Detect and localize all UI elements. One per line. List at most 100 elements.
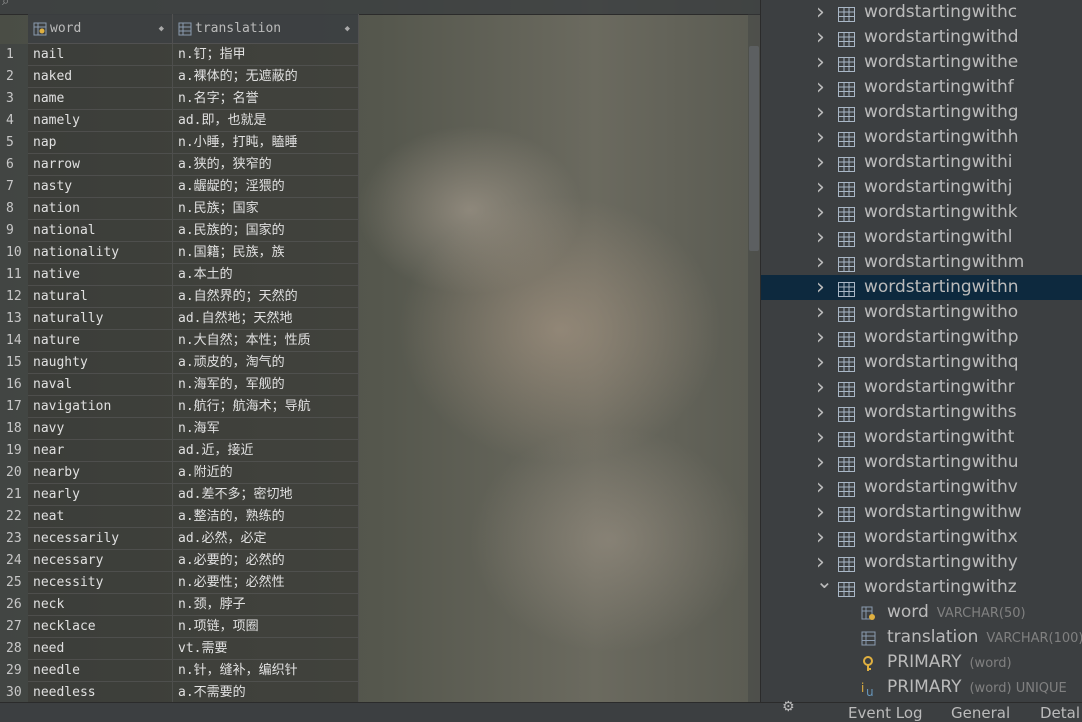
column-header-word[interactable]: word ◆ [28,14,173,44]
tab-general[interactable]: General [951,704,1010,722]
cell-translation[interactable]: n.小睡，打盹，瞌睡 [173,132,359,154]
row-number[interactable]: 11 [0,264,28,286]
row-number[interactable]: 19 [0,440,28,462]
column-header-translation[interactable]: translation ◆ [173,14,359,44]
chevron-right-icon[interactable]: › [816,400,825,425]
table-row[interactable]: 1 nail n.钉；指甲 [0,44,360,66]
cell-translation[interactable]: a.裸体的；无遮蔽的 [173,66,359,88]
cell-translation[interactable]: ad.自然地；天然地 [173,308,359,330]
table-row[interactable]: 19 near ad.近，接近 [0,440,360,462]
tree-node-table[interactable]: › wordstartingwithg [761,100,1082,125]
row-number[interactable]: 10 [0,242,28,264]
table-row[interactable]: 23 necessarily ad.必然，必定 [0,528,360,550]
cell-word[interactable]: namely [28,110,173,132]
row-number[interactable]: 22 [0,506,28,528]
sort-icon[interactable]: ◆ [345,14,350,44]
table-row[interactable]: 2 naked a.裸体的；无遮蔽的 [0,66,360,88]
table-row[interactable]: 26 neck n.颈，脖子 [0,594,360,616]
cell-translation[interactable]: n.钉；指甲 [173,44,359,66]
cell-word[interactable]: necessity [28,572,173,594]
table-row[interactable]: 7 nasty a.龌龊的；淫猥的 [0,176,360,198]
cell-word[interactable]: needle [28,660,173,682]
cell-word[interactable]: navy [28,418,173,440]
row-number[interactable]: 26 [0,594,28,616]
cell-translation[interactable]: n.航行；航海术；导航 [173,396,359,418]
chevron-down-icon[interactable]: ⌄ [816,569,833,594]
vertical-scrollbar[interactable] [748,14,760,702]
tree-node-table[interactable]: › wordstartingwithf [761,75,1082,100]
row-number[interactable]: 8 [0,198,28,220]
cell-word[interactable]: neck [28,594,173,616]
row-number[interactable]: 28 [0,638,28,660]
table-row[interactable]: 8 nation n.民族；国家 [0,198,360,220]
chevron-right-icon[interactable]: › [816,500,825,525]
tree-node-column[interactable]: translation VARCHAR(100) [761,625,1082,650]
row-number[interactable]: 20 [0,462,28,484]
chevron-right-icon[interactable]: › [816,525,825,550]
chevron-right-icon[interactable]: › [816,425,825,450]
cell-word[interactable]: necessary [28,550,173,572]
row-number[interactable]: 2 [0,66,28,88]
tree-node-table[interactable]: › wordstartingwithk [761,200,1082,225]
tree-node-table[interactable]: › wordstartingwithp [761,325,1082,350]
cell-translation[interactable]: a.必要的；必然的 [173,550,359,572]
row-number[interactable]: 16 [0,374,28,396]
tree-node-table[interactable]: › wordstartingwithe [761,50,1082,75]
row-number[interactable]: 25 [0,572,28,594]
cell-translation[interactable]: n.针，缝补，编织针 [173,660,359,682]
cell-translation[interactable]: a.狭的，狭窄的 [173,154,359,176]
cell-translation[interactable]: a.附近的 [173,462,359,484]
chevron-right-icon[interactable]: › [816,125,825,150]
table-row[interactable]: 17 navigation n.航行；航海术；导航 [0,396,360,418]
chevron-right-icon[interactable]: › [816,150,825,175]
cell-translation[interactable]: n.海军 [173,418,359,440]
cell-word[interactable]: naval [28,374,173,396]
cell-word[interactable]: nasty [28,176,173,198]
table-row[interactable]: 18 navy n.海军 [0,418,360,440]
cell-word[interactable]: native [28,264,173,286]
cell-word[interactable]: nap [28,132,173,154]
table-row[interactable]: 3 name n.名字；名誉 [0,88,360,110]
tree-node-table[interactable]: › wordstartingwithn [761,275,1082,300]
cell-translation[interactable]: ad.近，接近 [173,440,359,462]
cell-word[interactable]: nail [28,44,173,66]
tree-node-column[interactable]: i u PRIMARY (word) UNIQUE [761,675,1082,700]
cell-translation[interactable]: n.颈，脖子 [173,594,359,616]
cell-translation[interactable]: a.不需要的 [173,682,359,704]
tree-node-table[interactable]: › wordstartingwithr [761,375,1082,400]
table-row[interactable]: 20 nearby a.附近的 [0,462,360,484]
row-number[interactable]: 3 [0,88,28,110]
cell-word[interactable]: naturally [28,308,173,330]
tree-node-table[interactable]: › wordstartingwithi [761,150,1082,175]
table-row[interactable]: 14 nature n.大自然；本性；性质 [0,330,360,352]
row-number[interactable]: 13 [0,308,28,330]
cell-word[interactable]: naked [28,66,173,88]
table-row[interactable]: 30 needless a.不需要的 [0,682,360,704]
gear-icon[interactable]: ⚙ [782,699,795,715]
tree-node-table[interactable]: › wordstartingwitho [761,300,1082,325]
tree-node-table[interactable]: › wordstartingwiths [761,400,1082,425]
row-number[interactable]: 14 [0,330,28,352]
cell-word[interactable]: nearly [28,484,173,506]
tree-node-table[interactable]: › wordstartingwithm [761,250,1082,275]
chevron-right-icon[interactable]: › [816,50,825,75]
row-number[interactable]: 21 [0,484,28,506]
table-row[interactable]: 9 national a.民族的；国家的 [0,220,360,242]
cell-word[interactable]: necessarily [28,528,173,550]
cell-word[interactable]: narrow [28,154,173,176]
chevron-right-icon[interactable]: › [816,475,825,500]
row-number[interactable]: 5 [0,132,28,154]
cell-translation[interactable]: vt.需要 [173,638,359,660]
cell-translation[interactable]: n.名字；名誉 [173,88,359,110]
tree-node-table[interactable]: › wordstartingwithl [761,225,1082,250]
tree-node-table[interactable]: › wordstartingwithx [761,525,1082,550]
cell-translation[interactable]: a.龌龊的；淫猥的 [173,176,359,198]
tab-detail[interactable]: Detal [1040,704,1080,722]
table-row[interactable]: 11 native a.本土的 [0,264,360,286]
cell-word[interactable]: near [28,440,173,462]
row-number[interactable]: 1 [0,44,28,66]
cell-translation[interactable]: ad.即，也就是 [173,110,359,132]
chevron-right-icon[interactable]: › [816,200,825,225]
cell-translation[interactable]: a.整洁的，熟练的 [173,506,359,528]
row-number[interactable]: 9 [0,220,28,242]
